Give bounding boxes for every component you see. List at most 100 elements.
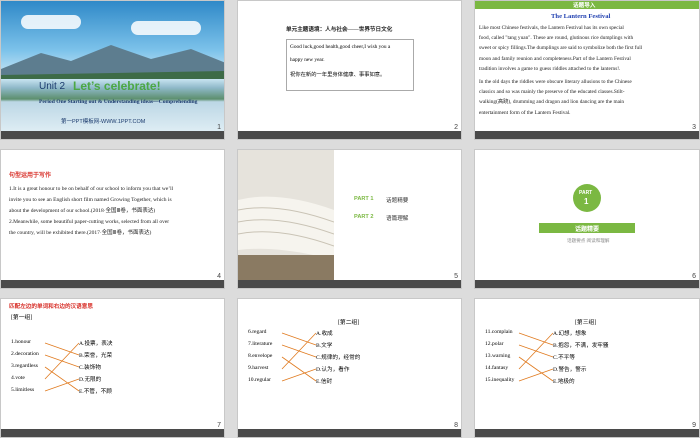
match-right-item: B.抱怨，不满，发牢骚: [553, 343, 609, 349]
text-line: invite you to see an English short film …: [9, 197, 172, 203]
slide-number: 3: [692, 124, 696, 131]
text-line: moon and family reunion and completeness…: [479, 55, 631, 62]
slide-6-thumbnail[interactable]: PART 1 话题精要 话题要点 阅读和理解 6: [474, 149, 700, 289]
text-line: 1.It is a great honour to be on behalf o…: [9, 186, 174, 192]
mountain-shape: [1, 45, 224, 79]
match-left-item: 4.vote: [11, 375, 25, 381]
match-right-item: D.警告，警示: [553, 367, 587, 373]
match-left-item: 11.complain: [485, 329, 513, 335]
part-2-label[interactable]: 语篇理解: [386, 214, 408, 222]
slide-bar: [475, 131, 699, 139]
slide-7-thumbnail[interactable]: 匹配左边的单词和右边的汉语意思 [第一组] 1.honour 2.decorati…: [0, 298, 225, 438]
slide-bar: [1, 131, 224, 139]
section-title: 话题精要: [575, 227, 600, 233]
match-connector-line: [281, 368, 317, 382]
match-left-item: 12.polar: [485, 341, 504, 347]
text-line: entertainment form of the Lantern Festiv…: [479, 109, 571, 116]
match-connector-line: [281, 332, 317, 346]
slide-9-thumbnail[interactable]: [第三组] 11.complain 12.polar 13.warning 14.fa…: [474, 298, 700, 438]
part-number: 1: [584, 197, 589, 206]
match-connector-line: [44, 378, 80, 392]
text-line: the country, will be exhibited there.(20…: [9, 230, 152, 236]
match-left-item: 9.harvest: [248, 365, 269, 371]
topic-tag: 话题导入: [573, 3, 596, 9]
match-left-item: 5.limitless: [11, 387, 35, 393]
slide-number: 4: [217, 273, 221, 280]
match-right-item: B.文学: [316, 343, 333, 349]
text-line: classics and so was mainly the preserve …: [479, 89, 625, 96]
part-1-label[interactable]: 话题精要: [386, 196, 408, 204]
slide-heading: 句型运用于写作: [9, 173, 52, 179]
slide-heading: 单元主题语境：人与社会——世界节日文化: [286, 27, 393, 33]
slide-8-thumbnail[interactable]: [第二组] 6.regard 7.literature 8.envelope 9.ha…: [237, 298, 462, 438]
match-right-item: A.收成: [316, 331, 333, 337]
slide-number: 6: [692, 273, 696, 280]
cloud-shape: [131, 21, 201, 35]
match-connector-line: [518, 332, 554, 346]
text-line: Like most Chinese festivals, the Lantern…: [479, 25, 624, 31]
paragraph-2: In the old days the riddles were obscure…: [479, 77, 697, 118]
match-connector-line: [44, 366, 80, 392]
part-2-number: PART 2: [354, 214, 374, 220]
matching-exercise: 1.honour 2.decoration 3.regardless 4.vote 5.…: [1, 299, 224, 431]
sentence-list: 1.It is a great honour to be on behalf o…: [9, 184, 221, 239]
match-right-item: A.投票，表决: [79, 341, 113, 347]
text-line: 2.Meanwhile, some beautiful paper-cuttin…: [9, 219, 170, 225]
match-connector-line: [518, 368, 554, 382]
matching-lines: [281, 332, 317, 382]
text-line: food, called "tang yuan". These are roun…: [479, 35, 634, 42]
slide-bar: [1, 280, 224, 288]
text-line: tradition involves a game to guess riddl…: [479, 65, 621, 72]
match-right-item: A.幻想，想象: [553, 331, 587, 337]
match-right-item: C.规律的，经常的: [316, 355, 361, 361]
text-line: In the old days the riddles were obscure…: [479, 79, 632, 85]
slide-subtitle: Period One Starting out & Understanding …: [39, 99, 198, 105]
match-connector-line: [281, 332, 317, 370]
match-left-item: 2.decoration: [11, 351, 39, 357]
match-left-item: 15.inequality: [485, 377, 515, 383]
slide-bar: [238, 131, 461, 139]
slide-number: 7: [217, 422, 221, 429]
matching-lines: [518, 332, 554, 382]
paragraph-1: Like most Chinese festivals, the Lantern…: [479, 23, 697, 74]
match-right-item: E.地极的: [553, 379, 575, 385]
slide-number: 9: [692, 422, 696, 429]
slide-bar: [238, 280, 461, 288]
text-line: walking(高跷), drumming and dragon and lio…: [479, 99, 625, 106]
match-left-item: 3.regardless: [11, 363, 38, 369]
slide-number: 2: [454, 124, 458, 131]
slide-number: 1: [217, 124, 221, 131]
match-left-item: 14.fantasy: [485, 365, 509, 371]
match-right-item: C.不平等: [553, 355, 575, 361]
match-right-item: D.无限的: [79, 377, 102, 383]
cloud-shape: [21, 15, 81, 29]
slide-number: 8: [454, 422, 458, 429]
slide-bar: [1, 429, 224, 437]
unit-label: Unit 2: [39, 81, 66, 92]
greeting-line-1: Good luck,good health,good cheer,I wish …: [290, 44, 391, 50]
section-subtitle: 话题要点 阅读和理解: [567, 238, 610, 243]
slide-number: 5: [454, 273, 458, 280]
slide-4-thumbnail[interactable]: 句型运用于写作 1.It is a great honour to be on …: [0, 149, 225, 289]
slide-bar: [238, 429, 461, 437]
match-connector-line: [281, 356, 317, 382]
slide-footer: 第一PPT模板网-WWW.1PPT.COM: [61, 119, 146, 125]
match-right-item: B.荣誉，光荣: [79, 353, 113, 359]
article-title: The Lantern Festival: [551, 13, 611, 20]
slide-3-thumbnail[interactable]: 话题导入 The Lantern Festival Like most Chin…: [474, 0, 700, 140]
match-right-item: E.不管，不顾: [79, 389, 112, 395]
slide-title: Let’s celebrate!: [73, 79, 161, 93]
match-connector-line: [44, 342, 80, 380]
match-left-item: 10.regular: [248, 377, 271, 383]
part-label: PART: [579, 190, 593, 196]
text-line: sweet or spicy fillings.The dumplings ar…: [479, 45, 643, 52]
slide-1-thumbnail[interactable]: Unit 2 Let’s celebrate! Period One Start…: [0, 0, 225, 140]
slide-2-thumbnail[interactable]: 单元主题语境：人与社会——世界节日文化 Good luck,good healt…: [237, 0, 462, 140]
match-connector-line: [44, 342, 80, 356]
greeting-line-2: happy new year.: [290, 57, 325, 63]
match-right-item: D.认为，看作: [316, 367, 350, 373]
match-left-item: 7.literature: [248, 341, 273, 347]
slide-5-thumbnail[interactable]: PART 1 话题精要 PART 2 语篇理解 5: [237, 149, 462, 289]
greeting-line-3: 祝你在新的一年里身体健康、事事如意。: [290, 72, 386, 78]
matching-exercise: 6.regard 7.literature 8.envelope 9.harvest 1…: [238, 299, 461, 431]
